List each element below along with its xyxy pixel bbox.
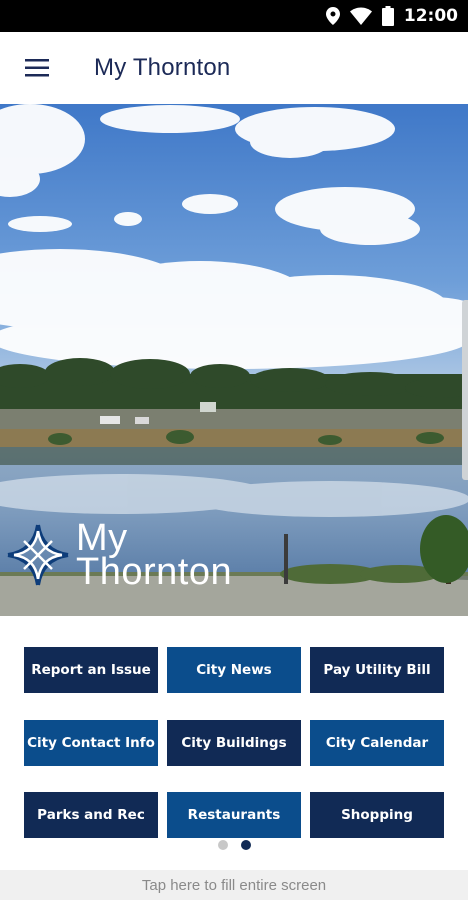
- page-dot-1[interactable]: [217, 840, 228, 850]
- pay-utility-bill-button[interactable]: Pay Utility Bill: [310, 647, 444, 693]
- report-issue-button[interactable]: Report an Issue: [24, 647, 158, 693]
- parks-and-rec-button[interactable]: Parks and Rec: [24, 792, 158, 838]
- app-bar: My Thornton: [0, 32, 468, 104]
- city-news-button[interactable]: City News: [167, 647, 301, 693]
- fill-screen-prompt[interactable]: Tap here to fill entire screen: [0, 870, 468, 900]
- hamburger-menu-icon: [25, 59, 49, 77]
- city-buildings-button[interactable]: City Buildings: [167, 720, 301, 766]
- logo-text-thornton: Thornton: [76, 551, 233, 593]
- scroll-indicator[interactable]: [462, 300, 468, 480]
- page-indicator: [0, 840, 468, 856]
- status-bar: 12:00: [0, 0, 468, 32]
- location-icon: [325, 7, 340, 25]
- logo-text-my: My: [76, 517, 128, 559]
- battery-icon: [381, 6, 394, 26]
- thornton-emblem-icon: [7, 524, 69, 586]
- wifi-icon: [349, 7, 372, 25]
- page-dot-2[interactable]: [240, 840, 251, 850]
- quick-links-grid: Report an Issue City News Pay Utility Bi…: [0, 616, 468, 870]
- city-contact-info-button[interactable]: City Contact Info: [24, 720, 158, 766]
- my-thornton-logo: My Thornton: [4, 515, 244, 595]
- city-calendar-button[interactable]: City Calendar: [310, 720, 444, 766]
- shopping-button[interactable]: Shopping: [310, 792, 444, 838]
- restaurants-button[interactable]: Restaurants: [167, 792, 301, 838]
- clock-time: 12:00: [403, 6, 458, 26]
- logo-wordmark: My Thornton: [76, 517, 233, 593]
- page-title: My Thornton: [94, 54, 231, 81]
- hamburger-menu-button[interactable]: [0, 32, 74, 104]
